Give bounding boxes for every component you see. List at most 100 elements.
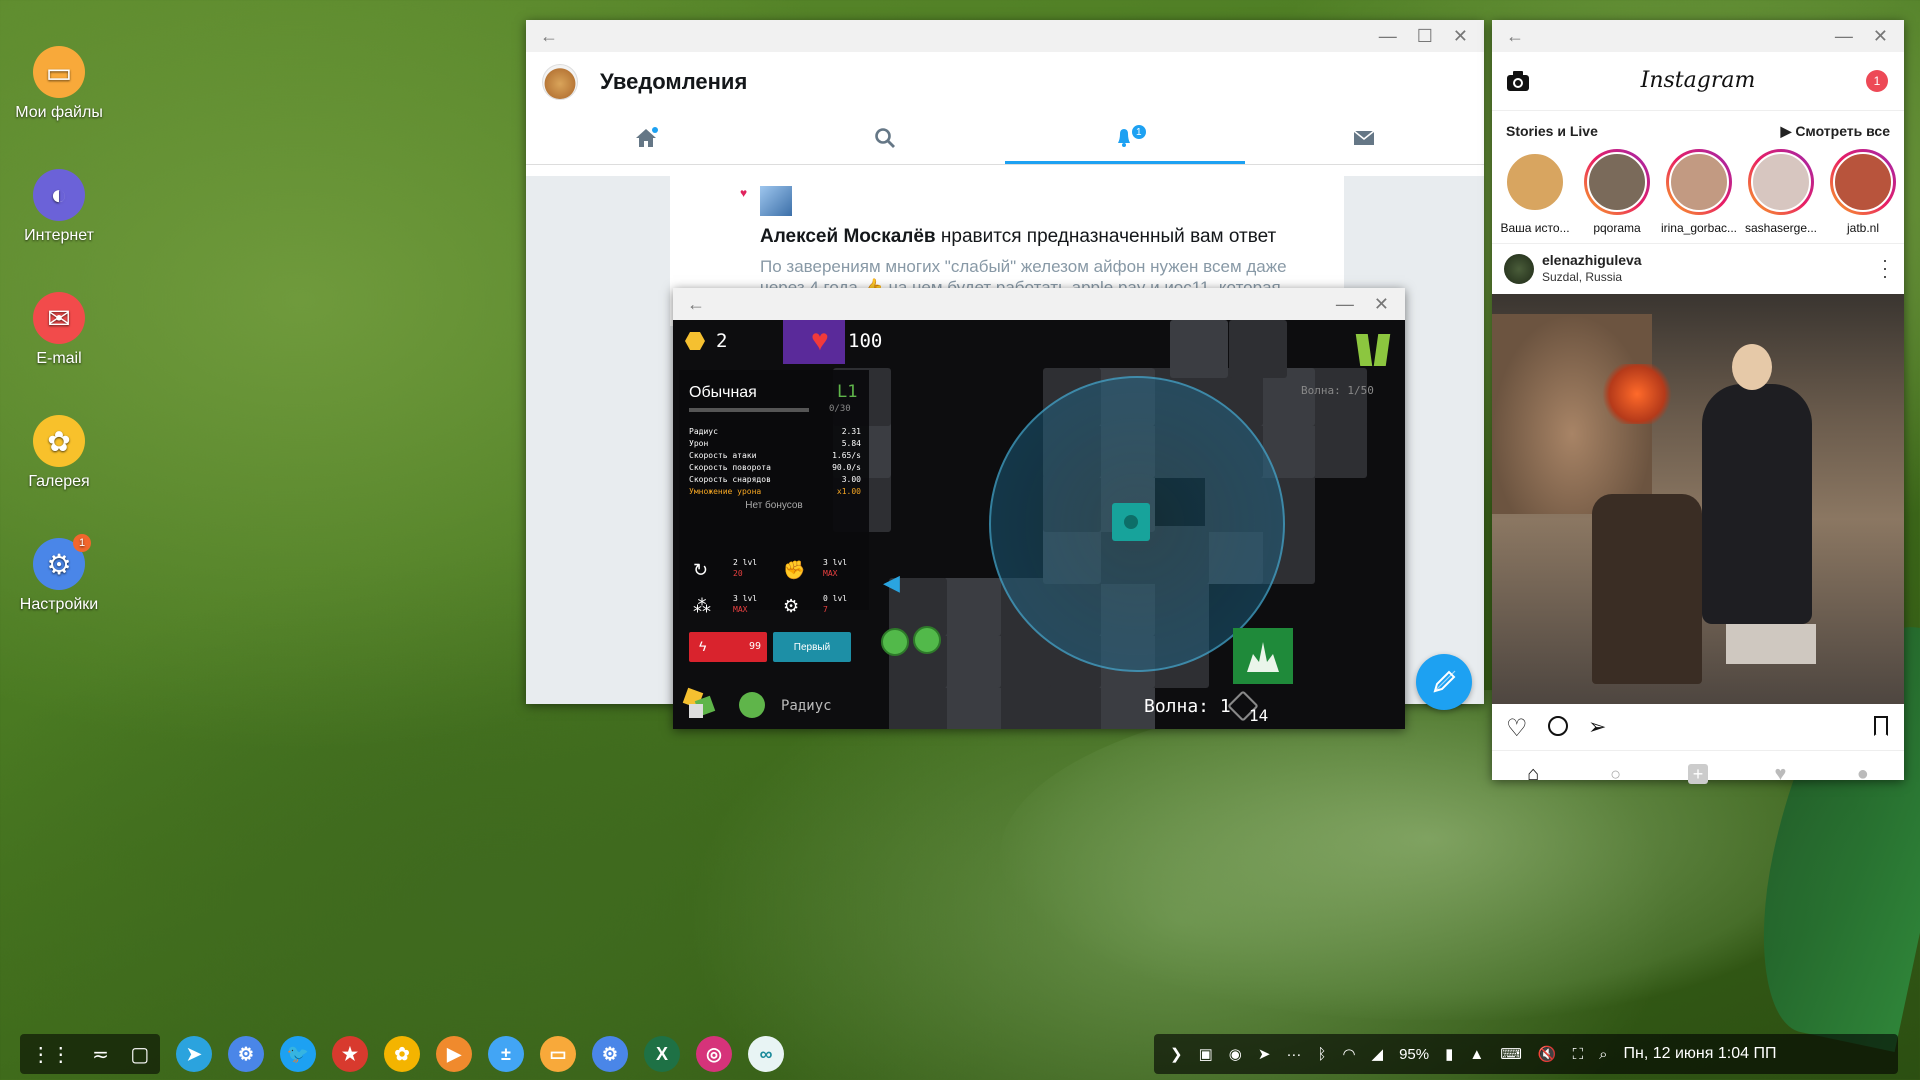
story-item[interactable]: pqorama xyxy=(1576,149,1658,243)
map-tile[interactable] xyxy=(993,630,1051,688)
telegram-notification-icon[interactable]: ➤ xyxy=(1258,1045,1271,1063)
taskbar-app-files[interactable]: ▭ xyxy=(540,1036,576,1072)
mute-icon[interactable]: 🔇 xyxy=(1538,1045,1557,1063)
base-tower[interactable] xyxy=(1233,628,1293,684)
nav-home-icon[interactable]: ⌂ xyxy=(1492,751,1574,797)
more-options-icon[interactable]: · · · xyxy=(1882,251,1888,285)
tab-messages[interactable] xyxy=(1245,112,1485,164)
maximize-icon[interactable]: ☐ xyxy=(1417,26,1433,47)
taskbar-app-calculator[interactable]: ± xyxy=(488,1036,524,1072)
nav-profile-icon[interactable]: ● xyxy=(1822,751,1904,797)
nav-search-icon[interactable]: ○ xyxy=(1574,751,1656,797)
wifi-icon[interactable]: ◠ xyxy=(1342,1045,1355,1063)
gear-icon: ⚙ xyxy=(46,548,72,580)
post-location[interactable]: Suzdal, Russia xyxy=(1542,270,1622,284)
tower-type-icon[interactable] xyxy=(682,687,716,720)
stat-label: Скорость атаки xyxy=(689,451,757,460)
expand-icon[interactable]: ❯ xyxy=(1170,1045,1183,1063)
range-ability-icon[interactable] xyxy=(739,692,765,718)
desktop-icon[interactable]: ◐ Интернет xyxy=(0,169,118,245)
post-avatar[interactable] xyxy=(1504,254,1534,284)
tab-search[interactable] xyxy=(766,112,1006,164)
compass-icon[interactable]: ◉ xyxy=(1229,1045,1242,1063)
back-icon[interactable]: ← xyxy=(673,294,1336,315)
story-item[interactable]: sashaserge... xyxy=(1740,149,1822,243)
taskbar-app-settings2[interactable]: ⚙ xyxy=(592,1036,628,1072)
minimize-icon[interactable]: — xyxy=(1336,294,1354,315)
arrow-left-icon[interactable]: ◀ xyxy=(883,570,900,596)
close-icon[interactable]: ✕ xyxy=(1873,26,1888,47)
desktop-icon[interactable]: ⚙ 1 Настройки xyxy=(0,534,118,614)
image-notification-icon[interactable]: ▣ xyxy=(1199,1045,1213,1063)
close-icon[interactable]: ✕ xyxy=(1374,294,1389,315)
back-icon[interactable]: ← xyxy=(1492,26,1835,47)
taskbar-app-twitter[interactable]: 🐦 xyxy=(280,1036,316,1072)
sell-button[interactable]: ϟ 99 xyxy=(689,632,767,662)
bluetooth-icon[interactable]: ᛒ xyxy=(1317,1046,1326,1063)
tab-home[interactable] xyxy=(526,112,766,164)
instagram-logo: Instagram xyxy=(1640,68,1756,93)
post-image[interactable] xyxy=(1492,294,1904,704)
upgrade-button[interactable]: ⚙ 0 lvl 7 xyxy=(777,592,863,624)
date-time[interactable]: Пн, 12 июня 1:04 ПП xyxy=(1624,1045,1777,1063)
twitter-header: Уведомления xyxy=(526,52,1484,112)
twitter-tabs: 1 xyxy=(526,112,1484,165)
compose-button[interactable] xyxy=(1416,654,1472,710)
story-item[interactable]: irina_gorbac... xyxy=(1658,149,1740,243)
desktop-icon[interactable]: ▭ Мои файлы xyxy=(0,46,118,122)
pause-icon[interactable] xyxy=(1355,334,1392,366)
desktop-icon[interactable]: ✿ Галерея xyxy=(0,415,118,491)
comment-icon[interactable] xyxy=(1548,716,1568,736)
upgrade-level: 2 lvl xyxy=(733,558,758,567)
taskbar-app-telegram[interactable]: ➤ xyxy=(176,1036,212,1072)
search-icon[interactable]: ⌕ xyxy=(1599,1046,1607,1063)
activity-badge[interactable]: 1 xyxy=(1866,70,1888,92)
selected-tower[interactable] xyxy=(1112,503,1150,541)
health-count: 100 xyxy=(848,330,883,352)
minimize-icon[interactable]: — xyxy=(1835,26,1853,47)
minimize-icon[interactable]: — xyxy=(1379,26,1397,47)
taskbar-app-instagram[interactable]: ◎ xyxy=(696,1036,732,1072)
game-board[interactable]: 2 ♥ 100 Волна: 1/50 Обычная L1 0/30 Ради… xyxy=(673,320,1405,729)
map-tile[interactable] xyxy=(943,630,1001,688)
home-square-icon[interactable]: ▢ xyxy=(130,1042,149,1067)
taskbar-app-excel[interactable]: X xyxy=(644,1036,680,1072)
share-icon[interactable]: ➢ xyxy=(1588,714,1606,740)
close-icon[interactable]: ✕ xyxy=(1453,26,1468,47)
tab-notifications[interactable]: 1 xyxy=(1005,112,1245,164)
target-mode-button[interactable]: Первый xyxy=(773,632,851,662)
watch-all-link[interactable]: ▶ Смотреть все xyxy=(1781,123,1890,140)
post-username[interactable]: elenazhiguleva xyxy=(1542,252,1642,268)
taskbar-app-bookmark[interactable]: ★ xyxy=(332,1036,368,1072)
apps-grid-icon[interactable]: ⋮⋮ xyxy=(31,1042,71,1067)
screenshot-icon[interactable]: ⛶ xyxy=(1573,1046,1584,1063)
avatar[interactable] xyxy=(542,64,578,100)
map-tile[interactable] xyxy=(1170,320,1228,378)
more-icon[interactable]: ··· xyxy=(1286,1046,1301,1063)
map-tile[interactable] xyxy=(1309,420,1367,478)
chevron-up-icon[interactable]: ▲ xyxy=(1469,1046,1484,1063)
story-item[interactable]: Ваша исто... xyxy=(1494,149,1576,243)
upgrade-button[interactable]: ⁂ 3 lvl MAX xyxy=(687,592,773,624)
keyboard-icon[interactable]: ⌨ xyxy=(1500,1045,1522,1063)
taskbar-app-player[interactable]: ▶ xyxy=(436,1036,472,1072)
map-tile[interactable] xyxy=(1309,368,1367,426)
map-tile[interactable] xyxy=(1229,320,1287,378)
notification-avatar[interactable] xyxy=(760,186,792,216)
taskbar-app-photos[interactable]: ✿ xyxy=(384,1036,420,1072)
upgrade-button[interactable]: ↻ 2 lvl 20 xyxy=(687,556,773,588)
taskbar-app-settings[interactable]: ⚙ xyxy=(228,1036,264,1072)
save-icon[interactable] xyxy=(1874,716,1888,736)
upgrade-button[interactable]: ✊ 3 lvl MAX xyxy=(777,556,863,588)
notification-author[interactable]: Алексей Москалёв xyxy=(760,226,936,247)
like-icon[interactable]: ♡ xyxy=(1506,714,1528,743)
desktop-icon[interactable]: ✉ E-mail xyxy=(0,292,118,368)
back-icon[interactable]: ← xyxy=(526,26,1379,47)
nav-activity-icon[interactable]: ♥ xyxy=(1739,751,1821,797)
story-name: pqorama xyxy=(1593,221,1641,235)
story-item[interactable]: jatb.nl xyxy=(1822,149,1904,243)
recent-apps-icon[interactable]: ≂ xyxy=(92,1042,109,1067)
map-tile[interactable] xyxy=(943,578,1001,636)
nav-add-icon[interactable]: + xyxy=(1657,751,1739,797)
taskbar-app-infinity[interactable]: ∞ xyxy=(748,1036,784,1072)
